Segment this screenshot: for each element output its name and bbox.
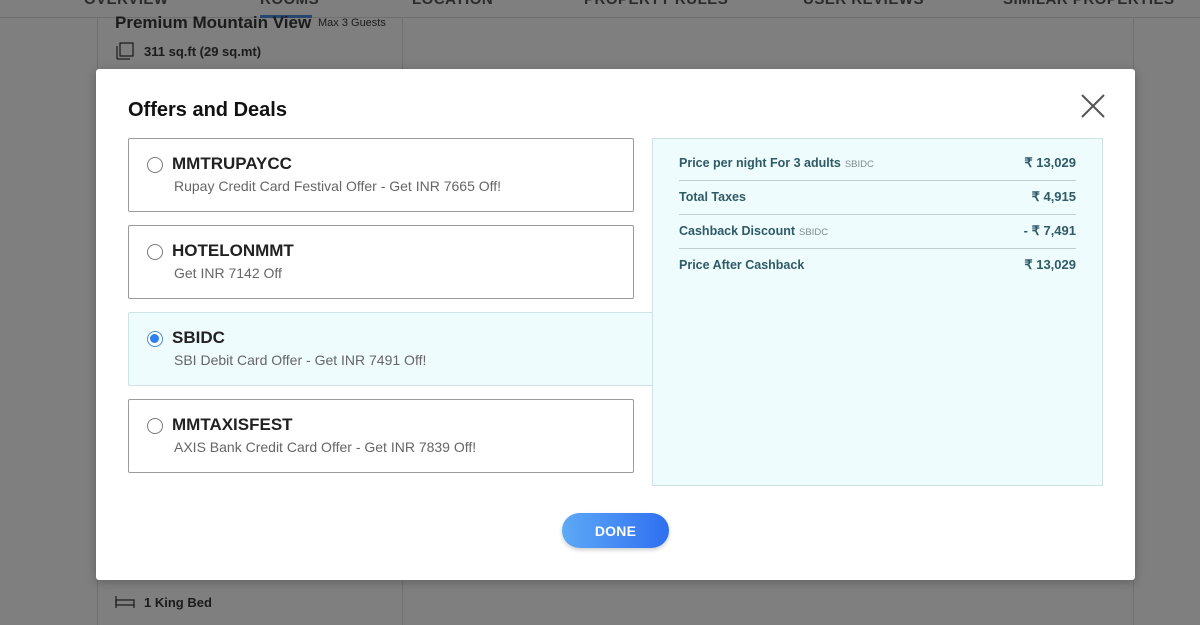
price-value: ₹ 13,029	[1024, 257, 1076, 272]
bed-type: 1 King Bed	[144, 595, 212, 610]
tab-user-reviews[interactable]: USER REVIEWS	[803, 0, 924, 8]
offers-modal: Offers and Deals MMTRUPAYCC Rupay Credit…	[96, 69, 1135, 580]
close-icon[interactable]	[1080, 93, 1106, 119]
price-value: - ₹ 7,491	[1023, 223, 1076, 238]
max-guests: Max 3 Guests	[318, 17, 386, 29]
radio-button-selected[interactable]	[147, 331, 163, 347]
tab-property-rules[interactable]: PROPERTY RULES	[584, 0, 728, 8]
offer-code: MMTAXISFEST	[172, 415, 293, 434]
price-row-per-night: Price per night For 3 adults SBIDC ₹ 13,0…	[679, 147, 1076, 181]
price-value: ₹ 4,915	[1031, 189, 1076, 204]
offer-description: AXIS Bank Credit Card Offer - Get INR 78…	[174, 439, 477, 455]
offer-code: MMTRUPAYCC	[172, 154, 292, 173]
offer-description: Get INR 7142 Off	[174, 265, 282, 281]
area-icon	[116, 42, 134, 60]
tab-location[interactable]: LOCATION	[412, 0, 493, 8]
price-value: ₹ 13,029	[1024, 155, 1076, 170]
offer-option-sbidc[interactable]: SBIDC SBI Debit Card Offer - Get INR 749…	[128, 312, 653, 386]
offer-code: HOTELONMMT	[172, 241, 294, 260]
modal-title: Offers and Deals	[128, 99, 287, 121]
price-label: Price After Cashback	[679, 258, 805, 272]
price-tag: SBIDC	[844, 159, 874, 170]
price-label: Total Taxes	[679, 190, 746, 204]
price-label: Cashback Discount SBIDC	[679, 224, 829, 238]
price-row-after-cashback: Price After Cashback ₹ 13,029	[679, 249, 1076, 283]
bed-icon	[115, 596, 135, 608]
offer-description: SBI Debit Card Offer - Get INR 7491 Off!	[174, 352, 427, 368]
tab-overview[interactable]: OVERVIEW	[84, 0, 169, 8]
radio-button[interactable]	[147, 157, 163, 173]
price-tag: SBIDC	[799, 227, 829, 238]
tab-rooms[interactable]: ROOMS	[260, 0, 319, 8]
room-title: Premium Mountain View	[115, 13, 312, 32]
tab-similar-properties[interactable]: SIMILAR PROPERTIES	[1003, 0, 1175, 8]
offer-code: SBIDC	[172, 328, 225, 347]
price-row-cashback: Cashback Discount SBIDC - ₹ 7,491	[679, 215, 1076, 249]
offer-option-mmtrupaycc[interactable]: MMTRUPAYCC Rupay Credit Card Festival Of…	[128, 138, 634, 212]
room-area: 311 sq.ft (29 sq.mt)	[144, 44, 262, 59]
price-breakdown-panel: Price per night For 3 adults SBIDC ₹ 13,0…	[652, 138, 1103, 486]
done-button[interactable]: DONE	[562, 513, 669, 548]
price-label: Price per night For 3 adults SBIDC	[679, 156, 874, 170]
radio-button[interactable]	[147, 244, 163, 260]
offer-option-mmtaxisfest[interactable]: MMTAXISFEST AXIS Bank Credit Card Offer …	[128, 399, 634, 473]
radio-button[interactable]	[147, 418, 163, 434]
offer-option-hotelonmmt[interactable]: HOTELONMMT Get INR 7142 Off	[128, 225, 634, 299]
price-row-taxes: Total Taxes ₹ 4,915	[679, 181, 1076, 215]
offer-description: Rupay Credit Card Festival Offer - Get I…	[174, 178, 502, 194]
